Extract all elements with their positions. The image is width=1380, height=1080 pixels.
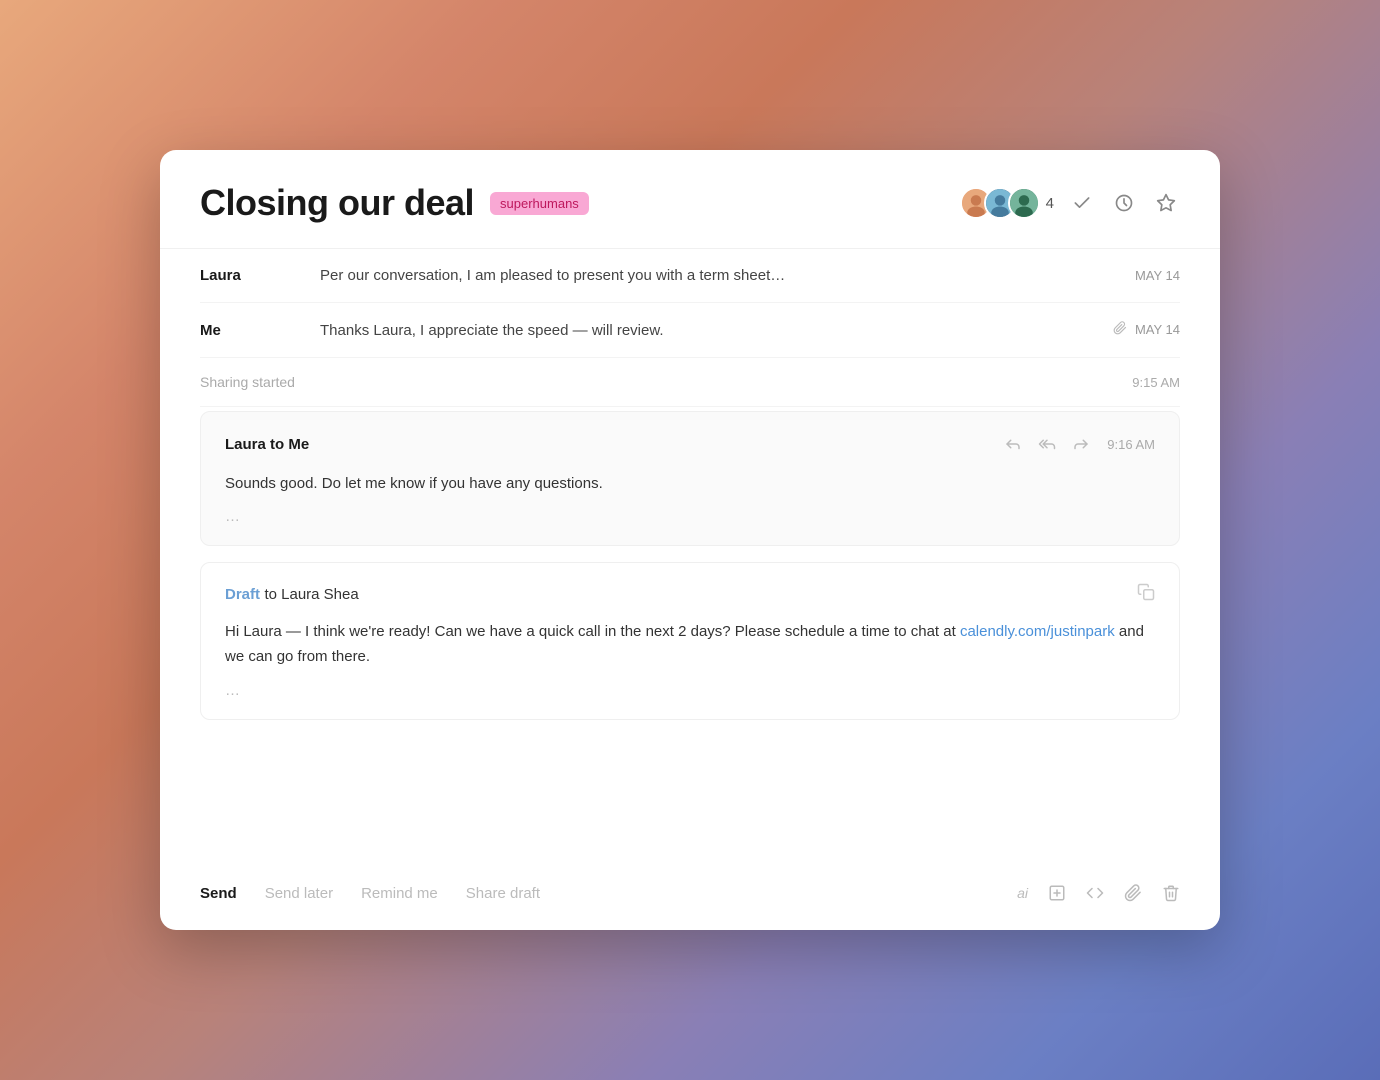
toolbar: Send Send later Remind me Share draft ai [160,864,1220,930]
draft-expand-dots[interactable]: … [225,682,1155,699]
draft-header: Draft to Laura Shea [225,583,1155,606]
avatar-group: 4 [960,187,1054,219]
clock-icon[interactable] [1110,189,1138,217]
archive-icon[interactable] [1152,189,1180,217]
header-left: Closing our deal superhumans [200,182,589,224]
forward-icon[interactable] [1069,432,1093,456]
ai-button[interactable]: ai [1017,885,1028,901]
reply-icon[interactable] [1001,432,1025,456]
checkmark-icon[interactable] [1068,189,1096,217]
participant-count: 4 [1046,195,1054,212]
share-draft-button[interactable]: Share draft [466,885,540,902]
draft-section: Draft to Laura Shea Hi Laura — I think w… [200,562,1180,720]
email-row[interactable]: Laura Per our conversation, I am pleased… [200,249,1180,303]
email-meta: MAY 14 [1135,268,1180,283]
avatar [1008,187,1040,219]
page-title: Closing our deal [200,182,474,224]
draft-to: to Laura Shea [264,586,358,603]
insert-icon[interactable] [1048,884,1066,902]
toolbar-right: ai [1017,884,1180,902]
email-actions: 9:16 AM [1001,432,1155,456]
email-snippet: Thanks Laura, I appreciate the speed — w… [320,322,1093,339]
email-card: Closing our deal superhumans [160,150,1220,930]
email-row[interactable]: Me Thanks Laura, I appreciate the speed … [200,303,1180,358]
header-right: 4 [960,187,1180,219]
email-time: 9:16 AM [1107,437,1155,452]
draft-link[interactable]: calendly.com/justinpark [960,623,1115,640]
draft-body-start: Hi Laura — I think we're ready! Can we h… [225,623,960,640]
superhumans-tag[interactable]: superhumans [490,192,589,215]
email-from: Laura to Me [225,436,309,453]
card-header: Closing our deal superhumans [160,150,1220,249]
email-sender: Laura [200,267,320,284]
attachment-icon [1113,321,1127,338]
email-snippet: Per our conversation, I am pleased to pr… [320,267,1115,284]
remind-me-button[interactable]: Remind me [361,885,438,902]
send-later-button[interactable]: Send later [265,885,333,902]
reply-all-icon[interactable] [1035,432,1059,456]
sharing-row: Sharing started 9:15 AM [200,358,1180,407]
copy-icon[interactable] [1137,583,1155,606]
send-button[interactable]: Send [200,885,237,902]
draft-header-left: Draft to Laura Shea [225,586,359,604]
email-date: MAY 14 [1135,322,1180,337]
attachment-icon[interactable] [1124,884,1142,902]
toolbar-left: Send Send later Remind me Share draft [200,885,540,902]
email-sender: Me [200,322,320,339]
sharing-time: 9:15 AM [1132,375,1180,390]
email-meta: MAY 14 [1113,321,1180,338]
sharing-label: Sharing started [200,374,295,390]
expanded-email-header: Laura to Me [225,432,1155,456]
email-body: Sounds good. Do let me know if you have … [225,472,1155,496]
email-expand-dots[interactable]: … [225,508,1155,525]
email-date: MAY 14 [1135,268,1180,283]
expanded-email: Laura to Me [200,411,1180,546]
draft-body: Hi Laura — I think we're ready! Can we h… [225,620,1155,670]
delete-icon[interactable] [1162,884,1180,902]
email-list: Laura Per our conversation, I am pleased… [160,249,1220,407]
code-icon[interactable] [1086,884,1104,902]
draft-label: Draft [225,586,260,603]
